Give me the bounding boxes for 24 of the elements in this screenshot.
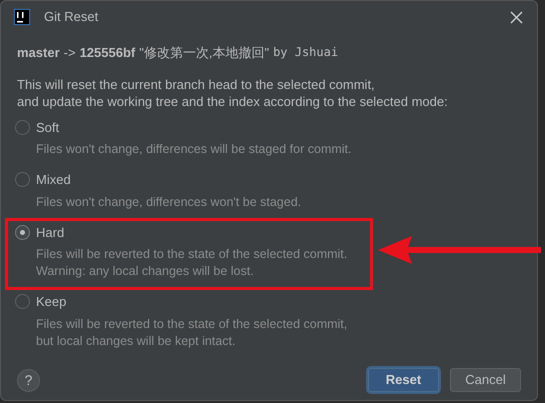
description-text: This will reset the current branch head to the selected commit, — [17, 76, 375, 92]
commit-message: "修改第一次,本地撤回" — [139, 44, 270, 62]
mode-radio[interactable]: Keep — [15, 292, 66, 312]
cancel-button[interactable]: Cancel — [450, 368, 521, 392]
mode-description: Files will be reverted to the state of the selected commit. — [36, 246, 348, 263]
arrow-text: -> — [64, 44, 76, 62]
close-button[interactable] — [508, 9, 524, 25]
commit-hash: 125556bf — [80, 44, 136, 62]
window-title: Git Reset — [44, 8, 98, 26]
reset-button[interactable]: Reset — [368, 368, 439, 392]
commit-author: by Jshuai — [273, 44, 338, 61]
mode-description: Warning: any local changes will be lost. — [36, 263, 254, 280]
app-logo-icon — [14, 9, 30, 25]
mode-description: Files won't change, differences won't be staged. — [36, 194, 302, 210]
mode-description: Files will be reverted to the state of the selected commit, — [36, 316, 348, 332]
branch-name: master — [17, 44, 60, 62]
mode-description: Files won't change, differences will be staged for commit. — [36, 141, 352, 158]
mode-description: but local changes will be kept intact. — [36, 332, 236, 350]
help-button[interactable]: ? — [17, 368, 40, 392]
mode-radio[interactable]: Soft — [15, 118, 60, 137]
close-icon — [510, 10, 522, 24]
description-text: and update the working tree and the index according to the selected mode: — [17, 92, 448, 110]
mode-radio[interactable]: Hard — [15, 222, 64, 242]
mode-radio[interactable]: Mixed — [15, 170, 71, 190]
